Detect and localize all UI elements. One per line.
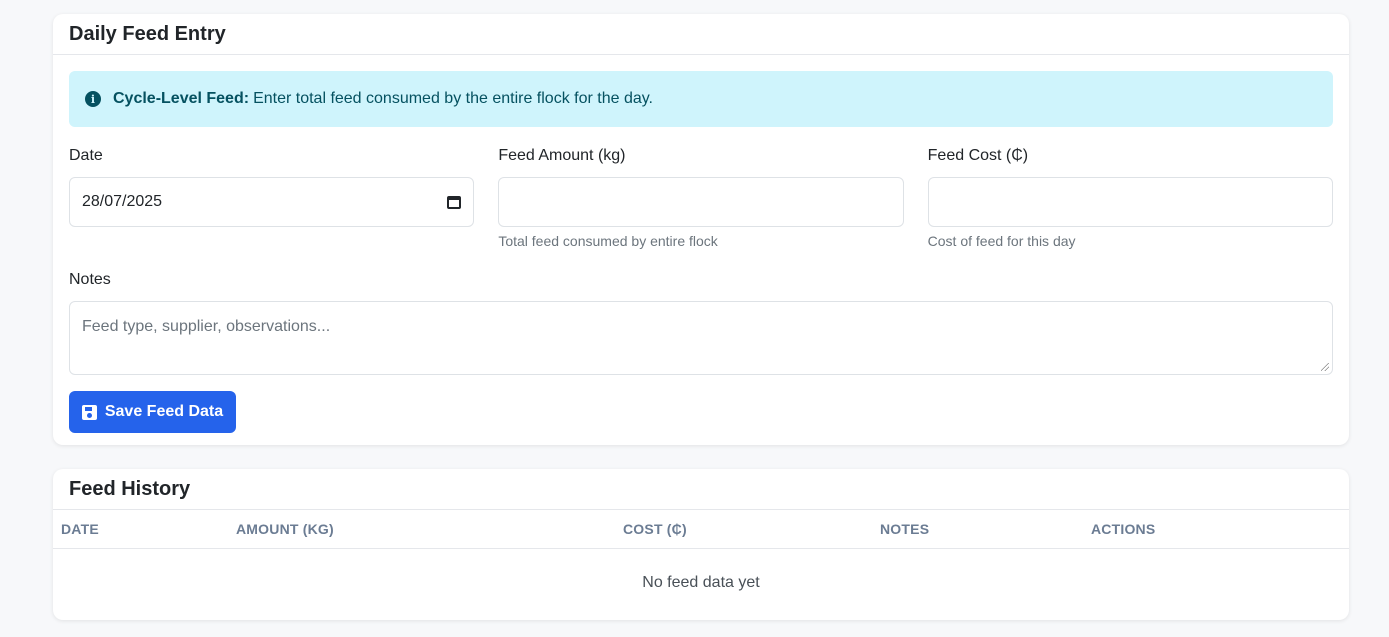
resize-handle-icon[interactable] (1321, 363, 1329, 371)
notes-label: Notes (69, 271, 111, 288)
alert-strong-text: Cycle-Level Feed: (113, 90, 250, 107)
feed-amount-help: Total feed consumed by entire flock (498, 233, 718, 249)
feed-cost-input[interactable] (927, 177, 1333, 227)
info-icon: i (85, 91, 101, 107)
date-label: Date (69, 147, 103, 164)
cycle-level-alert: i Cycle-Level Feed: Enter total feed con… (69, 71, 1333, 127)
column-header-date: Date (53, 510, 228, 549)
feed-history-table: Date Amount (kg) Cost (₵) Notes Actions … (53, 510, 1349, 618)
notes-placeholder: Feed type, supplier, observations... (82, 318, 331, 335)
history-card-title: Feed History (53, 469, 1349, 510)
column-header-cost: Cost (₵) (615, 510, 872, 549)
save-button-label: Save Feed Data (104, 403, 224, 420)
alert-text: Enter total feed consumed by the entire … (253, 90, 653, 107)
calendar-icon[interactable] (447, 195, 462, 209)
date-input[interactable]: 28/07/2025 (69, 177, 475, 227)
daily-feed-entry-card: Daily Feed Entry i Cycle-Level Feed: Ent… (53, 14, 1349, 445)
entry-card-body: i Cycle-Level Feed: Enter total feed con… (53, 55, 1349, 449)
cost-field-group: Feed Cost (₵) Cost of feed for this day (927, 147, 1333, 249)
column-header-notes: Notes (872, 510, 1083, 549)
notes-textarea[interactable]: Feed type, supplier, observations... (69, 301, 1333, 375)
column-header-actions: Actions (1083, 510, 1349, 549)
entry-card-title: Daily Feed Entry (53, 14, 1349, 55)
amount-field-group: Feed Amount (kg) Total feed consumed by … (498, 147, 904, 249)
feed-amount-label: Feed Amount (kg) (498, 147, 626, 164)
feed-cost-label: Feed Cost (₵) (927, 147, 1029, 164)
table-row: No feed data yet (53, 548, 1349, 618)
table-header-row: Date Amount (kg) Cost (₵) Notes Actions (53, 510, 1349, 549)
save-feed-data-button[interactable]: Save Feed Data (69, 391, 236, 433)
save-icon (81, 404, 97, 420)
feed-history-card: Feed History Date Amount (kg) Cost (₵) N… (53, 469, 1349, 620)
feed-fields-row: Date 28/07/2025 Feed Amount (kg) Total f… (69, 147, 1333, 249)
date-value: 28/07/2025 (82, 193, 163, 210)
date-field-group: Date 28/07/2025 (69, 147, 475, 249)
feed-cost-help: Cost of feed for this day (927, 233, 1076, 249)
feed-amount-input[interactable] (498, 177, 904, 227)
column-header-amount: Amount (kg) (228, 510, 615, 549)
empty-state-text: No feed data yet (642, 574, 760, 592)
